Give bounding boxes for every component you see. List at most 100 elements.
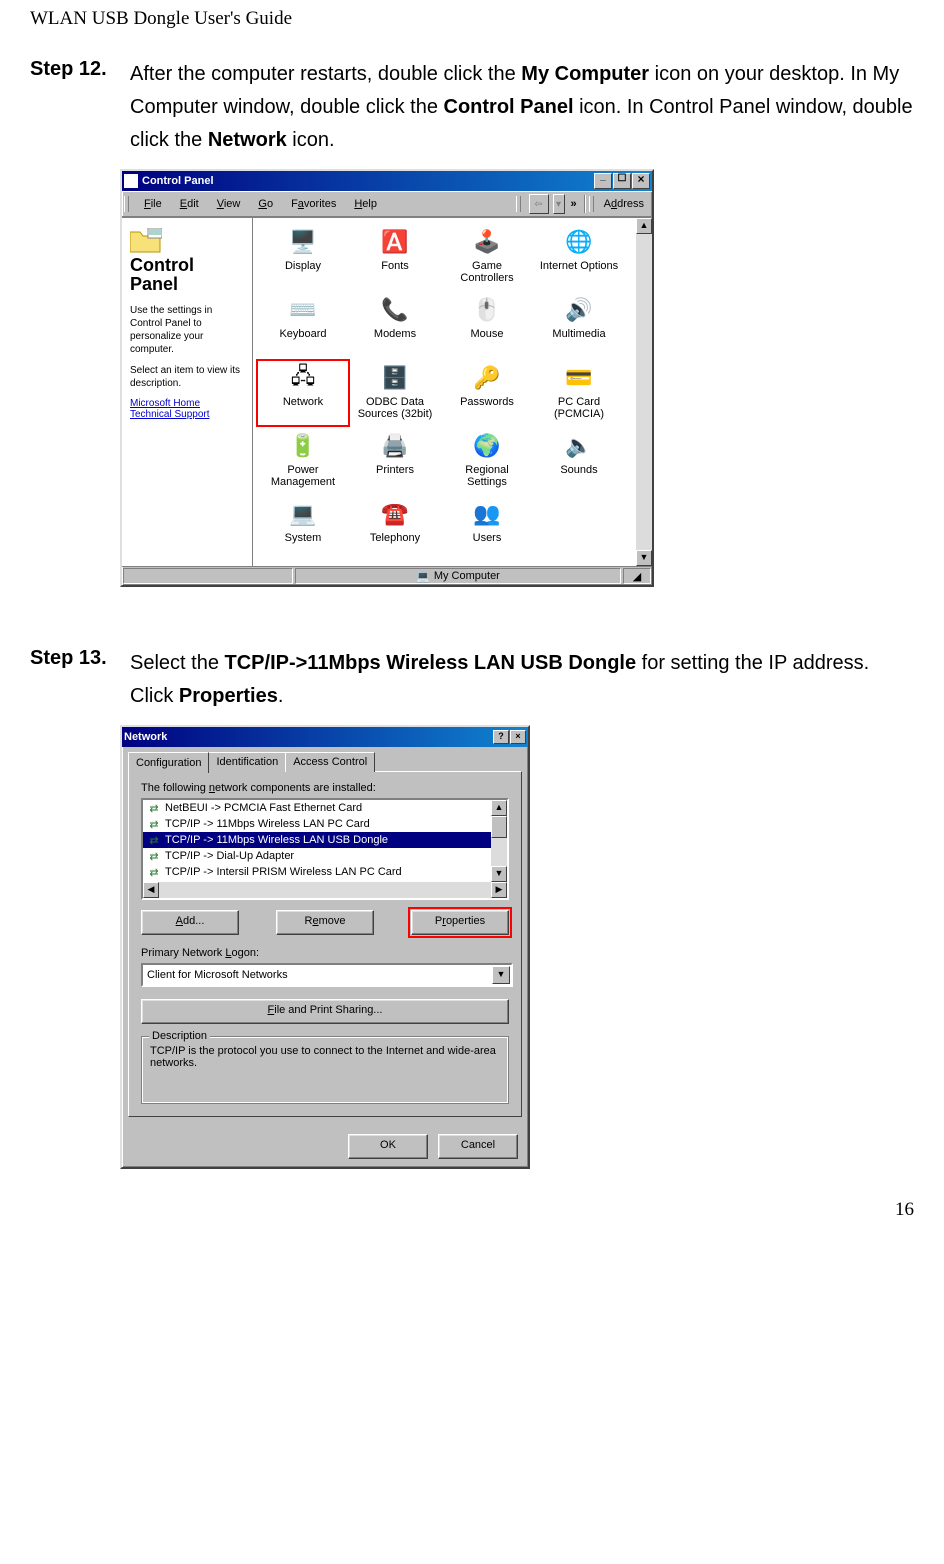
cp-item-users[interactable]: 👥 Users — [441, 496, 533, 562]
maximize-button[interactable] — [613, 173, 631, 189]
cp-item-telephony[interactable]: ☎️Telephony — [349, 496, 441, 562]
cp-item-system[interactable]: 💻 System — [257, 496, 349, 562]
icon-label: Game Controllers — [445, 260, 529, 284]
combo-dropdown-button[interactable]: ▼ — [492, 966, 510, 984]
toolbar-overflow[interactable]: » — [567, 198, 581, 210]
file-print-sharing-button[interactable]: File and Print Sharing... — [141, 999, 509, 1024]
menu-edit[interactable]: Edit — [171, 196, 208, 212]
list-item[interactable]: ⇄TCP/IP -> Dial-Up Adapter — [143, 848, 491, 864]
text-bold: Control Panel — [444, 96, 574, 118]
cp-item-internet-options[interactable]: 🌐 Internet Options — [533, 224, 625, 290]
list-item[interactable]: ⇄TCP/IP -> 11Mbps Wireless LAN PC Card — [143, 816, 491, 832]
cp-item-display[interactable]: 🖥️Display — [257, 224, 349, 290]
scroll-down-button[interactable]: ▼ — [636, 550, 652, 566]
back-dropdown[interactable]: ▾ — [553, 194, 565, 214]
cp-item-printers[interactable]: 🖨️Printers — [349, 428, 441, 494]
step-body: Select the TCP/IP->11Mbps Wireless LAN U… — [130, 647, 914, 713]
statusbar: 💻 My Computer ◢ — [122, 566, 652, 585]
users-icon: 👥 — [471, 498, 503, 530]
protocol-icon: ⇄ — [147, 833, 161, 847]
scroll-up-button[interactable]: ▲ — [636, 218, 652, 234]
toolbar-grip[interactable] — [124, 196, 129, 212]
listbox-vertical-scrollbar[interactable]: ▲ ▼ — [491, 800, 507, 882]
scroll-down-button[interactable]: ▼ — [491, 866, 507, 882]
close-button[interactable] — [632, 173, 650, 189]
titlebar[interactable]: ⚙ Control Panel — [122, 171, 652, 191]
internet-options-icon: 🌐 — [563, 226, 595, 258]
text: . — [278, 685, 284, 707]
multimedia-icon: 🔊 — [563, 294, 595, 326]
icon-label: System — [285, 532, 322, 544]
list-item[interactable]: ⇄TCP/IP -> 11Mbps Wireless LAN USB Dongl… — [143, 832, 491, 848]
cp-item-sounds[interactable]: 🔈Sounds — [533, 428, 625, 494]
remove-button[interactable]: Remove — [276, 910, 374, 935]
vertical-scrollbar[interactable]: ▲ ▼ — [636, 218, 652, 566]
protocol-icon: ⇄ — [147, 849, 161, 863]
panel-heading-line1: Control — [130, 256, 246, 275]
list-item[interactable]: ⇄NetBEUI -> PCMCIA Fast Ethernet Card — [143, 800, 491, 816]
text-bold: My Computer — [521, 63, 649, 85]
menu-favorites[interactable]: Favorites — [282, 196, 345, 212]
primary-logon-combo[interactable]: Client for Microsoft Networks ▼ — [141, 963, 513, 987]
list-item-label: TCP/IP -> Intersil PRISM Wireless LAN PC… — [165, 866, 402, 878]
cp-item-network[interactable]: 🖧Network — [257, 360, 349, 426]
tab-identification[interactable]: Identification — [208, 752, 286, 772]
toolbar-grip[interactable] — [589, 196, 594, 212]
list-item-label: NetBEUI -> PCMCIA Fast Ethernet Card — [165, 802, 362, 814]
scroll-left-button[interactable]: ◀ — [143, 882, 159, 898]
list-item[interactable]: ⇄TCP/IP -> Intersil PRISM Wireless LAN P… — [143, 864, 491, 880]
scroll-up-button[interactable]: ▲ — [491, 800, 507, 816]
icon-label: Network — [283, 396, 323, 408]
close-button[interactable]: × — [510, 730, 526, 744]
cp-item-regional-settings[interactable]: 🌍Regional Settings — [441, 428, 533, 494]
scroll-thumb[interactable] — [491, 816, 507, 838]
cp-item-power-management[interactable]: 🔋Power Management — [257, 428, 349, 494]
cancel-button[interactable]: Cancel — [438, 1134, 518, 1159]
icon-label: Passwords — [460, 396, 514, 408]
cp-item-multimedia[interactable]: 🔊 Multimedia — [533, 292, 625, 358]
back-button[interactable]: ⇦ — [529, 194, 549, 214]
add-button[interactable]: Add... — [141, 910, 239, 935]
icon-label: Users — [473, 532, 502, 544]
cp-item-game-controllers[interactable]: 🕹️Game Controllers — [441, 224, 533, 290]
ok-button[interactable]: OK — [348, 1134, 428, 1159]
properties-button[interactable]: Properties — [411, 910, 509, 935]
computer-icon: 💻 — [416, 570, 430, 583]
menu-help[interactable]: Help — [345, 196, 386, 212]
icon-label: Internet Options — [540, 260, 618, 272]
tab-access-control[interactable]: Access Control — [285, 752, 375, 772]
scroll-right-button[interactable]: ▶ — [491, 882, 507, 898]
link-microsoft-home[interactable]: Microsoft Home — [130, 398, 246, 409]
help-button[interactable]: ? — [493, 730, 509, 744]
primary-logon-value: Client for Microsoft Networks — [143, 969, 491, 981]
text-bold: Network — [208, 129, 287, 151]
menu-view[interactable]: View — [208, 196, 250, 212]
status-cell — [123, 568, 293, 584]
listbox-horizontal-scrollbar[interactable]: ◀ ▶ — [143, 882, 507, 898]
printers-icon: 🖨️ — [379, 430, 411, 462]
cp-item-odbc-data-sources-32bit[interactable]: 🗄️ODBC Data Sources (32bit) — [349, 360, 441, 426]
cp-item-modems[interactable]: 📞Modems — [349, 292, 441, 358]
link-technical-support[interactable]: Technical Support — [130, 409, 246, 420]
menu-go[interactable]: Go — [249, 196, 282, 212]
mouse-icon: 🖱️ — [471, 294, 503, 326]
cp-item-mouse[interactable]: 🖱️ Mouse — [441, 292, 533, 358]
titlebar[interactable]: Network ? × — [122, 727, 528, 747]
cp-item-keyboard[interactable]: ⌨️Keyboard — [257, 292, 349, 358]
icon-grid: 🖥️Display🅰️Fonts🕹️Game Controllers 🌐 Inter… — [253, 218, 652, 566]
cp-item-pc-card-pcmcia[interactable]: 💳PC Card (PCMCIA) — [533, 360, 625, 426]
running-head: WLAN USB Dongle User's Guide — [30, 8, 914, 30]
menu-file[interactable]: File — [135, 196, 171, 212]
icon-label: Multimedia — [552, 328, 605, 340]
text: Select the — [130, 652, 225, 674]
figure-control-panel: ⚙ Control Panel File Edit View Go Favori… — [120, 169, 914, 587]
system-icon: 💻 — [287, 498, 319, 530]
toolbar-grip[interactable] — [516, 196, 521, 212]
cp-item-fonts[interactable]: 🅰️Fonts — [349, 224, 441, 290]
resize-grip[interactable]: ◢ — [623, 568, 651, 584]
tab-configuration[interactable]: Configuration — [128, 752, 209, 773]
minimize-button[interactable] — [594, 173, 612, 189]
cp-item-passwords[interactable]: 🔑Passwords — [441, 360, 533, 426]
icon-label: Mouse — [470, 328, 503, 340]
fonts-icon: 🅰️ — [379, 226, 411, 258]
